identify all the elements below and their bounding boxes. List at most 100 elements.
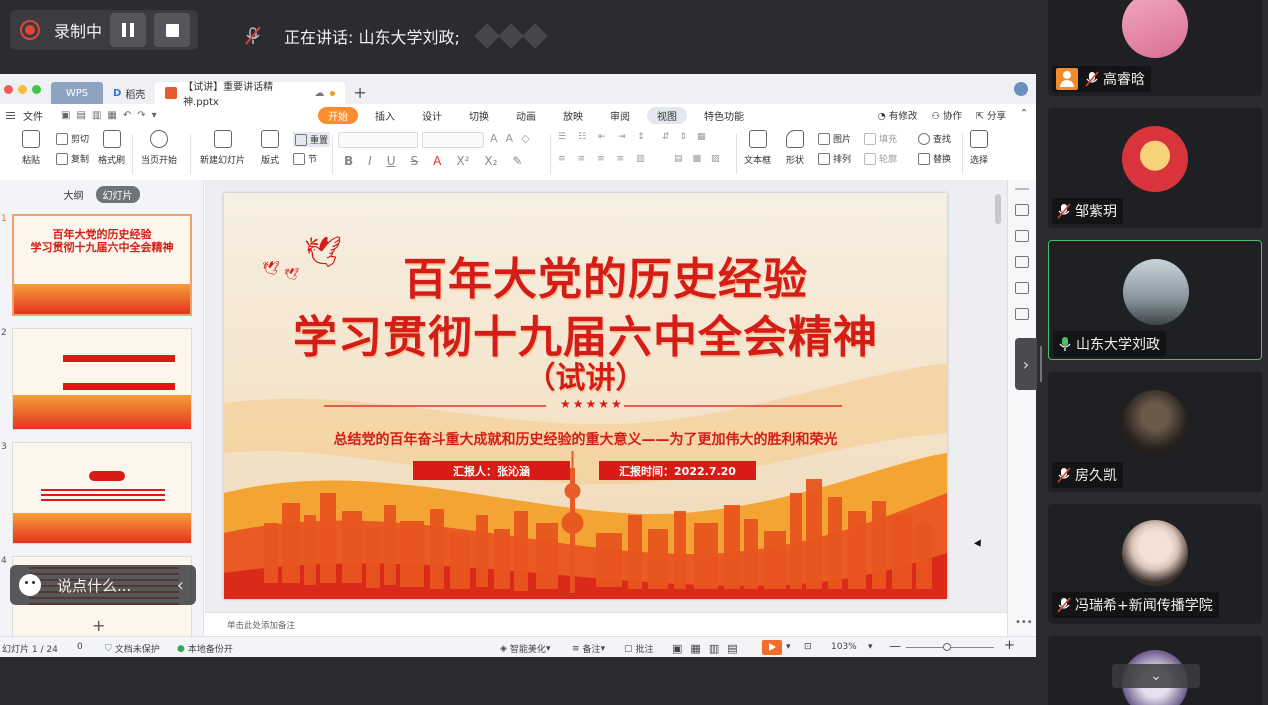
bold-icon[interactable]: B bbox=[344, 154, 353, 168]
participant-tile-1[interactable]: 高睿晗 bbox=[1048, 0, 1262, 96]
slide-thumbnail-1[interactable]: 百年大党的历史经验 学习贯彻十九届六中全会精神 bbox=[12, 214, 192, 316]
fit-window-icon[interactable]: ⊡ bbox=[804, 642, 812, 652]
picture-button[interactable]: 图片 bbox=[818, 132, 851, 145]
normal-view-icon[interactable]: ▣ bbox=[672, 642, 682, 655]
tab-transition[interactable]: 切换 bbox=[459, 107, 499, 124]
participant-tile-5[interactable]: 冯瑞希+新闻传播学院 bbox=[1048, 504, 1262, 624]
tab-docer[interactable]: D 稻壳 bbox=[103, 82, 155, 104]
section-button[interactable]: 节 bbox=[293, 152, 317, 165]
slide-thumbnail-3[interactable] bbox=[12, 442, 192, 544]
text-direction-icon[interactable]: ⇵ bbox=[662, 132, 670, 142]
copy-button[interactable]: 复制 bbox=[56, 152, 89, 165]
paste-button[interactable]: 粘贴 bbox=[22, 130, 40, 166]
vertical-scrollbar[interactable] bbox=[993, 180, 1003, 606]
notes-toggle[interactable]: ≡ 备注 ▾ bbox=[572, 642, 605, 656]
replace-button[interactable]: 替换 bbox=[918, 152, 951, 165]
emoji-icon[interactable] bbox=[19, 574, 41, 596]
layout-button[interactable]: 版式 bbox=[261, 130, 279, 166]
chevron-left-icon[interactable]: ‹ bbox=[177, 575, 184, 596]
dropdown-icon[interactable]: ▾ bbox=[152, 110, 157, 121]
underline-icon[interactable]: U bbox=[387, 154, 396, 168]
tab-animation[interactable]: 动画 bbox=[506, 107, 546, 124]
participant-tile-2[interactable]: 邹紫玥 bbox=[1048, 108, 1262, 228]
collaborate-button[interactable]: ⚇ 协作 bbox=[931, 108, 962, 122]
more-options-icon[interactable]: ••• bbox=[1015, 617, 1033, 628]
strikethrough-icon[interactable]: S bbox=[411, 154, 419, 168]
tab-view[interactable]: 视图 bbox=[647, 106, 687, 124]
pause-recording-button[interactable] bbox=[110, 13, 147, 47]
new-slide-button[interactable]: 新建幻灯片 bbox=[200, 130, 245, 166]
align-left-icon[interactable]: ≡ bbox=[558, 154, 566, 164]
participant-tile-4[interactable]: 房久凯 bbox=[1048, 372, 1262, 492]
maximize-window-icon[interactable] bbox=[32, 84, 41, 94]
outline-button[interactable]: 轮廓 bbox=[864, 152, 897, 165]
cut-button[interactable]: 剪切 bbox=[56, 132, 89, 145]
arrange-button[interactable]: 排列 bbox=[818, 152, 851, 165]
format-painter-button[interactable]: 格式刷 bbox=[98, 130, 125, 166]
notes-area[interactable]: 单击此处添加备注 bbox=[205, 612, 1007, 636]
zoom-out-button[interactable]: — bbox=[889, 639, 901, 653]
preview-icon[interactable]: ▦ bbox=[107, 110, 116, 121]
play-from-current-button[interactable]: 当页开始 bbox=[141, 130, 177, 166]
zoom-slider-handle[interactable] bbox=[943, 643, 951, 651]
reading-view-icon[interactable]: ▥ bbox=[709, 642, 719, 655]
transition-icon[interactable] bbox=[1015, 256, 1029, 268]
redo-icon[interactable]: ↷ bbox=[137, 110, 145, 121]
superscript-icon[interactable]: X² bbox=[456, 154, 469, 168]
tab-outline[interactable]: 大纲 bbox=[64, 187, 84, 202]
align-right-icon[interactable]: ≡ bbox=[597, 154, 605, 164]
font-color-icon[interactable]: A bbox=[433, 154, 441, 168]
backup-icon[interactable] bbox=[1015, 308, 1029, 320]
scrollbar-thumb[interactable] bbox=[995, 194, 1001, 224]
zoom-dropdown-icon[interactable]: ▾ bbox=[868, 642, 873, 652]
textbox-button[interactable]: 文本框 bbox=[744, 130, 771, 166]
properties-icon[interactable] bbox=[1015, 204, 1029, 216]
zoom-in-button[interactable]: + bbox=[1004, 638, 1015, 653]
sorter-view-icon[interactable]: ▦ bbox=[690, 642, 700, 655]
slideshow-options-icon[interactable]: ▾ bbox=[786, 642, 791, 652]
justify-icon[interactable]: ≡ bbox=[617, 154, 625, 164]
smart-beautify-button[interactable]: ◈ 智能美化 ▾ bbox=[500, 642, 550, 656]
participant-tile-3[interactable]: 山东大学刘政 bbox=[1048, 240, 1262, 360]
subscript-icon[interactable]: X₂ bbox=[484, 154, 497, 168]
fill-button[interactable]: 填充 bbox=[864, 132, 897, 145]
save-icon[interactable]: ▣ bbox=[61, 110, 70, 121]
tab-slides[interactable]: 幻灯片 bbox=[95, 185, 140, 203]
collapse-sidebar-button[interactable]: › bbox=[1015, 338, 1037, 390]
has-changes-button[interactable]: ◔ 有修改 bbox=[878, 108, 918, 122]
play-slideshow-button[interactable] bbox=[762, 640, 782, 655]
new-tab-button[interactable]: + bbox=[353, 83, 366, 102]
select-button[interactable]: 选择 bbox=[970, 130, 988, 166]
increase-font-icon[interactable]: A bbox=[490, 132, 498, 145]
participant-tile-6[interactable]: ⌄ bbox=[1048, 636, 1262, 705]
tab-slideshow[interactable]: 放映 bbox=[553, 107, 593, 124]
chevron-up-icon[interactable]: ⌃ bbox=[1020, 108, 1028, 122]
add-slide-button[interactable]: + bbox=[92, 616, 105, 635]
tab-wps[interactable]: WPS bbox=[51, 82, 103, 104]
local-backup-status[interactable]: ● 本地备份开 bbox=[177, 642, 233, 656]
tab-review[interactable]: 审阅 bbox=[600, 107, 640, 124]
undo-icon[interactable]: ↶ bbox=[123, 110, 131, 121]
export-icon[interactable]: ▤ bbox=[76, 110, 85, 121]
minimize-window-icon[interactable] bbox=[18, 84, 27, 94]
highlight-icon[interactable]: ✎ bbox=[512, 154, 522, 168]
line-spacing-icon[interactable]: ↕ bbox=[637, 132, 645, 142]
indent-increase-icon[interactable]: ⇥ bbox=[618, 132, 626, 142]
tab-special-features[interactable]: 特色功能 bbox=[694, 107, 754, 124]
italic-icon[interactable]: I bbox=[368, 154, 372, 168]
file-menu[interactable]: 文件 bbox=[6, 108, 43, 123]
tab-design[interactable]: 设计 bbox=[412, 107, 452, 124]
presenter-view-icon[interactable]: ▤ bbox=[727, 642, 737, 655]
clear-format-icon[interactable]: ◇ bbox=[521, 132, 529, 145]
decrease-font-icon[interactable]: A bbox=[506, 132, 514, 145]
animation-icon[interactable] bbox=[1015, 230, 1029, 242]
font-size-select[interactable] bbox=[422, 132, 484, 148]
chat-input-bar[interactable]: 说点什么... ‹ bbox=[10, 565, 196, 605]
columns-icon[interactable]: ▦ bbox=[697, 132, 706, 142]
find-button[interactable]: 查找 bbox=[918, 132, 951, 145]
distribute-icon[interactable]: ▥ bbox=[636, 154, 645, 164]
print-icon[interactable]: ▥ bbox=[92, 110, 101, 121]
close-window-icon[interactable] bbox=[4, 84, 13, 94]
column-icon[interactable]: ▤ bbox=[674, 154, 683, 164]
zoom-level[interactable]: 103% bbox=[831, 642, 857, 652]
